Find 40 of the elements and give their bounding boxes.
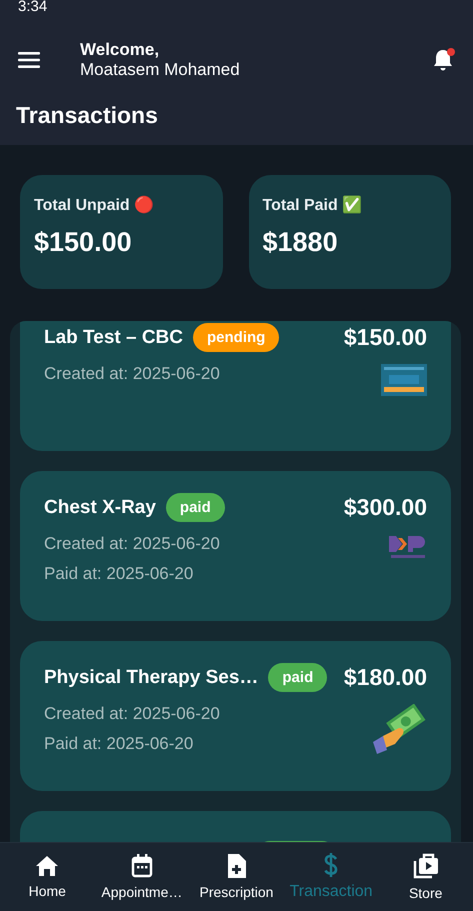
status-badge: paid — [166, 493, 225, 522]
document-plus-icon — [226, 854, 246, 878]
created-date: Created at: 2025-06-20 — [44, 364, 220, 384]
summary-label: Total Paid ✅ — [262, 195, 364, 215]
user-name: Moatasem Mohamed — [80, 60, 241, 80]
page-title: Transactions — [15, 101, 159, 130]
status-badge: pending — [193, 323, 280, 352]
created-date: Created at: 2025-06-20 — [44, 704, 220, 724]
home-icon — [35, 855, 60, 877]
dollar-icon — [323, 853, 340, 877]
transaction-name: Physical Therapy Ses… — [44, 666, 258, 688]
transaction-name: Chest X-Ray — [44, 496, 156, 518]
transaction-amount: $150.00 — [344, 324, 427, 351]
notifications-button[interactable] — [431, 47, 457, 73]
calendar-icon — [130, 854, 153, 878]
summary-amount: $150.00 — [34, 227, 133, 258]
created-date: Created at: 2025-06-20 — [44, 534, 220, 554]
credit-card-icon — [381, 364, 427, 396]
nav-tab[interactable]: Prescription — [189, 843, 284, 911]
transaction-amount: $300.00 — [344, 494, 427, 521]
paid-date: Paid at: 2025-06-20 — [44, 564, 194, 584]
transaction-amount: $180.00 — [344, 664, 427, 691]
transaction-name: Lab Test – CBC — [44, 326, 184, 348]
status-time: 3:34 — [18, 0, 48, 14]
shopping-bag-icon — [412, 853, 439, 879]
payment-logo-icon — [387, 534, 427, 560]
nav-tab[interactable]: Appointme… — [94, 843, 190, 911]
status-badge: paid — [268, 663, 328, 692]
transaction-card[interactable]: Physical Therapy Ses… paid $180.00 Created at: 2025-06-20 Paid at: 2025-06-20 — [20, 641, 451, 791]
summary-label: Total Unpaid 🔴 — [34, 195, 156, 215]
nav-tab[interactable]: Store — [378, 843, 473, 911]
transaction-card[interactable]: Chest X-Ray paid $300.00 Created at: 2025-06-20 Paid at: 2025-06-20 — [20, 471, 451, 621]
menu-button[interactable] — [18, 52, 40, 68]
menu-icon — [18, 52, 40, 68]
summary-amount: $1880 — [262, 227, 339, 258]
greeting: Welcome, — [80, 40, 160, 60]
nav-tab[interactable]: Home — [0, 843, 95, 911]
paid-date: Paid at: 2025-06-20 — [44, 734, 194, 754]
transaction-card[interactable]: Lab Test – CBC pending $150.00 Created at: 2025-06-20 — [20, 321, 451, 451]
bell-icon — [431, 47, 457, 73]
